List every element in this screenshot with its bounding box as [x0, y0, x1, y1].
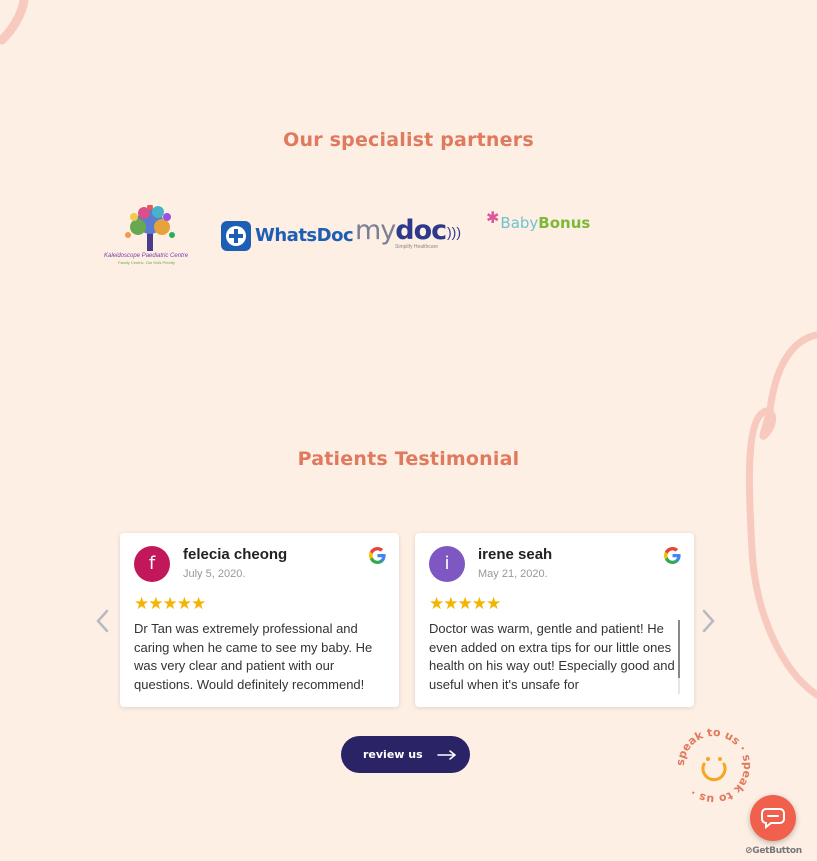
review-scrollbar-thumb[interactable]: [678, 620, 680, 678]
avatar: f: [134, 546, 170, 582]
partner-logo-mydoc-sub: Simplify Healthcare: [395, 244, 439, 250]
decorative-curve-right: [745, 331, 817, 699]
tree-icon: [125, 204, 175, 251]
partner-logo-whatsdoc: WhatsDoc: [221, 220, 354, 251]
chat-bubbles-icon: [761, 808, 785, 829]
partner-logo-mydoc-bold: doc: [395, 215, 447, 246]
review-card: f felecia cheong July 5, 2020. ★★★★★ Dr …: [120, 533, 399, 707]
review-text: Dr Tan was extremely professional and ca…: [134, 621, 373, 692]
asterisk-icon: ✱: [486, 210, 500, 227]
partner-logo-kaleidoscope-text: Kaleidoscope Paediatric Centre: [104, 253, 189, 259]
reviewer-name: irene seah: [478, 546, 553, 563]
testimonial-title: Patients Testimonial: [297, 448, 520, 470]
partner-logo-whatsdoc-text: WhatsDoc: [255, 225, 354, 246]
getbutton-label-text: GetButton: [752, 846, 802, 856]
chevron-left-icon: [96, 609, 109, 633]
google-icon: [664, 547, 681, 564]
partner-logo-babybonus-baby: Baby: [500, 214, 539, 232]
review-date: July 5, 2020.: [183, 568, 246, 580]
star-rating: ★★★★★: [134, 594, 206, 613]
review-date: May 21, 2020.: [478, 568, 548, 580]
partner-logo-mydoc-light: my: [355, 215, 396, 246]
decorative-curve-top-left: [0, 0, 29, 45]
chevron-right-icon: [702, 609, 715, 633]
getbutton-label[interactable]: ⊘GetButton: [745, 846, 802, 856]
carousel-next-button[interactable]: [698, 606, 718, 636]
medical-cross-icon: [221, 220, 251, 251]
review-us-button[interactable]: review us: [341, 736, 470, 773]
reviewer-name: felecia cheong: [183, 546, 288, 563]
star-rating: ★★★★★: [429, 594, 501, 613]
avatar: i: [429, 546, 465, 582]
google-icon: [369, 547, 386, 564]
signal-icon: ))): [447, 224, 461, 240]
arrow-right-icon: [436, 749, 456, 760]
review-us-label: review us: [363, 748, 423, 761]
speak-to-us-text: speak to us · speak to us ·: [674, 726, 754, 806]
partner-logo-kaleidoscope: Kaleidoscope Paediatric Centre Family Ce…: [104, 204, 196, 265]
review-card: i irene seah May 21, 2020. ★★★★★ Doctor …: [415, 533, 694, 707]
chat-widget-button[interactable]: [750, 795, 796, 841]
partner-logo-kaleidoscope-sub: Family Centric, Our Kids Priority: [118, 260, 175, 265]
partner-logo-mydoc: mydoc Simplify Healthcare ))): [355, 214, 461, 252]
partner-logo-babybonus: ✱ Baby Bonus: [486, 210, 591, 235]
partner-logo-babybonus-bonus: Bonus: [538, 214, 591, 232]
partners-title: Our specialist partners: [283, 129, 534, 151]
carousel-prev-button[interactable]: [93, 606, 113, 636]
smile-icon: [701, 757, 727, 782]
speak-to-us-badge[interactable]: speak to us · speak to us ·: [674, 726, 754, 806]
review-text[interactable]: Doctor was warm, gentle and patient! He …: [429, 620, 679, 696]
